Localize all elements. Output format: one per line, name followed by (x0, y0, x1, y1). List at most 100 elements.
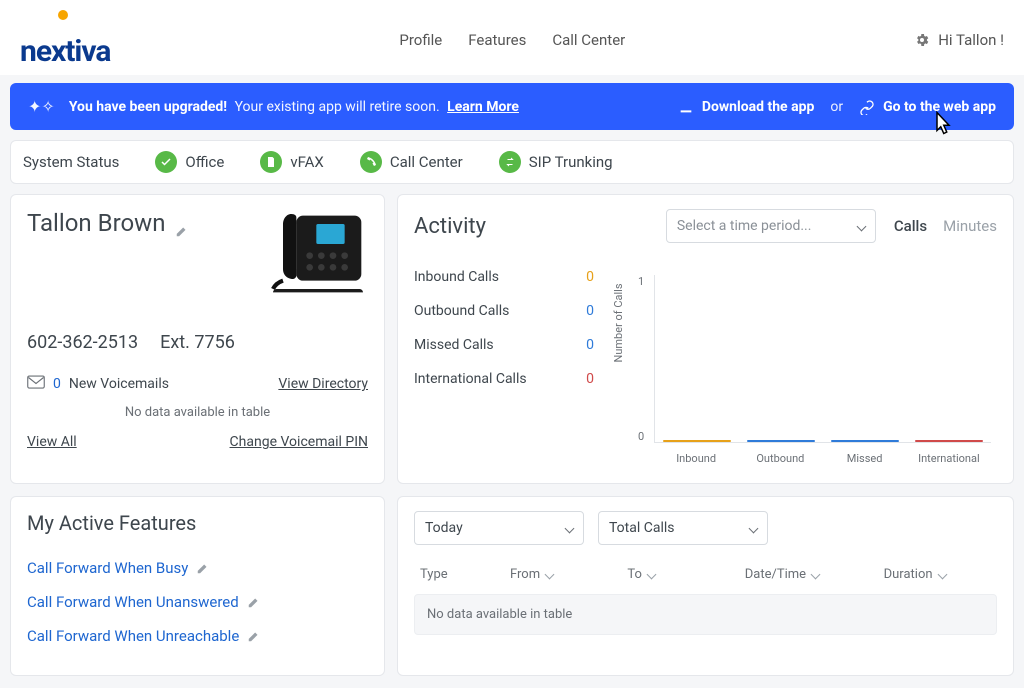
user-greeting[interactable]: Hi Tallon ! (914, 31, 1004, 49)
sparkle-icon: ✦✧ (28, 97, 55, 116)
banner-right: Download the app or Go to the web app (678, 99, 996, 115)
col-datetime[interactable]: Date/Time (745, 567, 874, 582)
features-card: My Active Features Call Forward When Bus… (10, 496, 385, 676)
date-range-value: Today (425, 520, 463, 536)
download-icon (678, 99, 694, 115)
status-sip-trunking[interactable]: SIP Trunking (499, 151, 613, 173)
metric-intl-value: 0 (586, 371, 594, 387)
feature-label: Call Forward When Busy (27, 559, 188, 577)
view-all-link[interactable]: View All (27, 434, 77, 450)
voicemail-label: New Voicemails (69, 376, 169, 392)
swap-icon (499, 151, 521, 173)
chevron-down-icon (565, 523, 575, 533)
time-period-select[interactable]: Select a time period... (666, 209, 876, 243)
web-app-label: Go to the web app (883, 99, 996, 115)
feature-call-forward-busy[interactable]: Call Forward When Busy (27, 559, 368, 577)
status-strip: System Status Office vFAX Call Center SI… (10, 140, 1014, 184)
xtick-outbound: Outbound (738, 452, 822, 465)
sort-icon (811, 570, 821, 580)
edit-user-button[interactable] (175, 216, 189, 230)
system-status-link[interactable]: System Status (23, 153, 119, 171)
view-directory-link[interactable]: View Directory (278, 376, 368, 392)
brand-logo[interactable]: nextiva (20, 10, 110, 69)
upgrade-banner: ✦✧ You have been upgraded! Your existing… (10, 83, 1014, 130)
sort-icon (646, 570, 656, 580)
status-office-label: Office (185, 153, 224, 171)
metric-inbound: Inbound Calls 0 (414, 269, 594, 285)
feature-label: Call Forward When Unanswered (27, 593, 239, 611)
pencil-icon (247, 595, 261, 609)
status-call-center[interactable]: Call Center (360, 151, 463, 173)
call-metric-select[interactable]: Total Calls (598, 511, 768, 545)
chart-series (655, 440, 991, 442)
pencil-icon (247, 629, 261, 643)
gear-icon (914, 32, 930, 48)
status-office[interactable]: Office (155, 151, 224, 173)
system-status-label: System Status (23, 153, 119, 171)
calls-table-header: Type From To Date/Time Duration (414, 545, 997, 594)
features-title: My Active Features (27, 511, 368, 535)
ytick-bottom: 0 (638, 430, 644, 443)
logo-dot-icon (58, 10, 68, 20)
banner-title: You have been upgraded! (69, 99, 227, 115)
status-call-center-label: Call Center (390, 153, 463, 171)
learn-more-link[interactable]: Learn More (447, 99, 519, 115)
change-pin-link[interactable]: Change Voicemail PIN (230, 434, 368, 450)
plot-area (654, 275, 991, 443)
banner-subtitle: Your existing app will retire soon. (235, 99, 440, 115)
activity-card: Activity Select a time period... Calls M… (397, 194, 1014, 484)
nav-call-center[interactable]: Call Center (552, 31, 625, 49)
call-metric-value: Total Calls (609, 520, 675, 536)
banner-or: or (830, 99, 843, 115)
sort-icon (937, 570, 947, 580)
nav-profile[interactable]: Profile (399, 31, 442, 49)
sort-icon (545, 570, 555, 580)
series-outbound (747, 440, 815, 442)
feature-call-forward-unreachable[interactable]: Call Forward When Unreachable (27, 627, 368, 645)
greeting-text: Hi Tallon ! (938, 31, 1004, 49)
col-type[interactable]: Type (420, 567, 500, 582)
series-missed (831, 440, 899, 442)
topbar: nextiva Profile Features Call Center Hi … (0, 0, 1024, 75)
col-duration[interactable]: Duration (884, 567, 991, 582)
xtick-inbound: Inbound (654, 452, 738, 465)
date-range-select[interactable]: Today (414, 511, 584, 545)
document-icon (260, 151, 282, 173)
tab-minutes[interactable]: Minutes (943, 217, 997, 235)
voicemail-count: 0 (53, 376, 61, 392)
metric-inbound-label: Inbound Calls (414, 269, 499, 285)
ok-icon (155, 151, 177, 173)
device-image (268, 209, 368, 304)
top-nav: Profile Features Call Center (399, 31, 625, 49)
tab-calls[interactable]: Calls (894, 217, 927, 235)
metric-international: International Calls 0 (414, 371, 594, 387)
download-app-button[interactable]: Download the app (678, 99, 814, 115)
y-axis-ticks: 1 0 (638, 275, 644, 443)
xtick-missed: Missed (823, 452, 907, 465)
link-icon (859, 99, 875, 115)
col-from[interactable]: From (510, 567, 617, 582)
user-name: Tallon Brown (27, 209, 165, 237)
activity-chart: Number of Calls 1 0 Inbound Outbound (614, 269, 997, 469)
metric-outbound-label: Outbound Calls (414, 303, 509, 319)
nav-features[interactable]: Features (468, 31, 526, 49)
series-international (915, 440, 983, 442)
download-app-label: Download the app (702, 99, 814, 115)
activity-title: Activity (414, 214, 486, 239)
calls-card: Today Total Calls Type From To Date/Time… (397, 496, 1014, 676)
chevron-down-icon (856, 221, 866, 231)
feature-label: Call Forward When Unreachable (27, 627, 239, 645)
status-vfax-label: vFAX (290, 153, 324, 171)
go-to-web-app-button[interactable]: Go to the web app (859, 99, 996, 115)
col-to[interactable]: To (627, 567, 734, 582)
activity-metrics: Inbound Calls 0 Outbound Calls 0 Missed … (414, 269, 594, 469)
calls-table-empty: No data available in table (414, 594, 997, 635)
metric-outbound-value: 0 (586, 303, 594, 319)
xtick-international: International (907, 452, 991, 465)
user-extension: Ext. 7756 (160, 332, 235, 353)
x-axis: Inbound Outbound Missed International (654, 452, 991, 465)
status-vfax[interactable]: vFAX (260, 151, 324, 173)
metric-inbound-value: 0 (586, 269, 594, 285)
feature-call-forward-unanswered[interactable]: Call Forward When Unanswered (27, 593, 368, 611)
ytick-top: 1 (638, 275, 644, 288)
